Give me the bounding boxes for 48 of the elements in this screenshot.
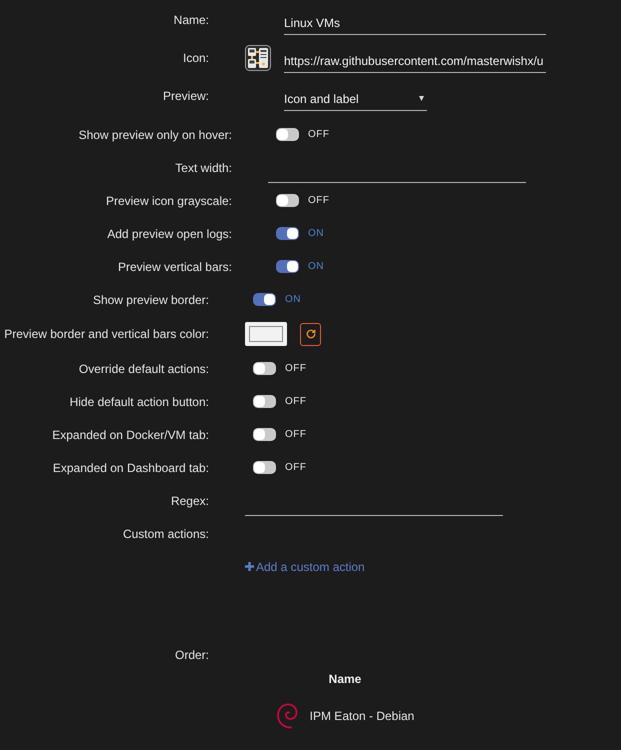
toggle-state-label: ON [285,293,301,307]
field-label: Show preview only on hover: [78,126,232,144]
color-field[interactable] [245,322,287,346]
toggle-switch[interactable] [253,461,276,474]
field-label: Preview: [162,88,209,105]
column-header: Name [328,671,362,688]
field-label: Show preview border: [92,292,209,308]
plus-icon [245,562,254,571]
toggle-switch[interactable] [276,227,299,240]
swirl-icon [276,703,298,729]
dropdown-select[interactable]: Icon and label [284,81,427,111]
toggle-switch[interactable] [253,362,276,375]
toggle-switch[interactable] [253,293,276,306]
table-cell-text: IPM Eaton - Debian [310,708,414,725]
field-label: Icon: [182,50,209,67]
field-label: Preview border and vertical bars color: [4,326,209,343]
field-label: Override default actions: [78,360,209,378]
field-label: Custom actions: [122,526,209,542]
toggle-state-label: OFF [308,194,330,208]
toggle-switch[interactable] [276,194,299,207]
caret-icon [419,96,424,101]
text-field[interactable]: https://raw.githubusercontent.com/masterwishx/u [284,43,546,73]
toggle-switch[interactable] [253,428,276,441]
field-label: Hide default action button: [70,394,209,410]
toggle-state-label: OFF [285,428,306,442]
toggle-state-label: OFF [308,128,330,142]
add-custom-action-link[interactable]: Add a custom action [245,558,365,576]
field-label: Regex: [170,492,209,510]
field-label: Order: [174,646,209,664]
field-label: Text width: [175,160,232,176]
field-label: Name: [174,12,209,29]
toggle-state-label: ON [308,227,324,241]
field-label: Preview vertical bars: [118,258,232,276]
toggle-switch[interactable] [276,128,299,141]
toggle-state-label: ON [308,260,324,274]
field-label: Expanded on Docker/VM tab: [52,426,209,444]
toggle-state-label: OFF [285,362,306,376]
field-label: Add preview open logs: [107,226,232,242]
text-field[interactable]: Linux VMs [284,5,546,35]
toggle-state-label: OFF [285,461,306,475]
toggle-switch[interactable] [253,395,276,408]
toggle-switch[interactable] [276,260,299,273]
servers-icon [245,45,271,71]
field-label: Preview icon grayscale: [106,192,232,210]
refresh-icon [306,329,316,339]
field-label: Expanded on Dashboard tab: [52,460,209,476]
reset-button[interactable] [300,322,321,346]
toggle-state-label: OFF [285,395,306,409]
